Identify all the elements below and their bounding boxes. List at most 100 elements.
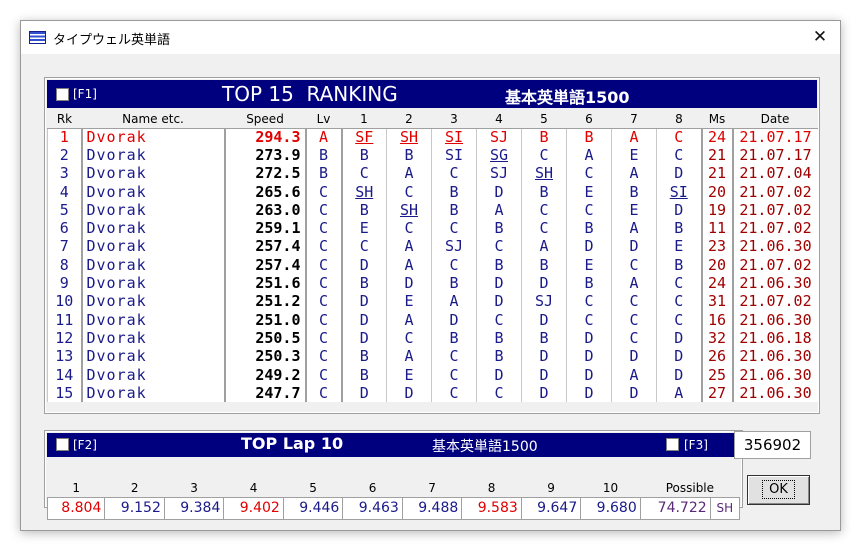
grade-cell: B bbox=[566, 219, 612, 238]
name-cell: Dvorak bbox=[80, 347, 225, 366]
name-cell: Dvorak bbox=[80, 384, 225, 403]
lap-course: 基本英単語1500 bbox=[432, 439, 538, 455]
name-cell: Dvorak bbox=[80, 128, 225, 147]
level-cell: C bbox=[304, 365, 342, 385]
lap-column-header: 4 bbox=[249, 481, 258, 496]
ranking-row: 14 Dvorak 249.2 C B E C D D D A D 25 21.06.30 bbox=[47, 365, 818, 385]
grade-cell: B bbox=[656, 219, 702, 238]
f2-key-label: [F2] bbox=[73, 438, 97, 452]
column-header: Name etc. bbox=[81, 111, 225, 129]
grade-cell: SJ bbox=[521, 292, 567, 311]
grade-cell: E bbox=[566, 256, 612, 275]
lap-column-header: 8 bbox=[487, 481, 496, 496]
grade-cell: B bbox=[340, 274, 387, 293]
grade-cell: D bbox=[611, 347, 657, 366]
column-header: 3 bbox=[431, 111, 477, 129]
grade-cell: E bbox=[611, 146, 657, 165]
date-cell: 21.07.02 bbox=[731, 182, 818, 202]
level-cell: B bbox=[304, 164, 342, 183]
lap-column-header: 1 bbox=[72, 481, 81, 496]
grade-cell: D bbox=[611, 237, 657, 257]
grade-cell: C bbox=[656, 274, 702, 293]
grade-cell: A bbox=[521, 237, 567, 257]
grade-cell: B bbox=[340, 146, 387, 165]
grade-cell: A bbox=[386, 310, 432, 330]
level-cell: C bbox=[304, 329, 342, 348]
grade-cell: B bbox=[431, 329, 477, 348]
grade-cell: B bbox=[431, 182, 477, 202]
date-cell: 21.06.30 bbox=[731, 310, 818, 330]
grade-cell: D bbox=[340, 384, 387, 403]
level-cell: C bbox=[304, 219, 342, 238]
rank-cell: 8 bbox=[47, 256, 82, 275]
lap-checkbox-left[interactable] bbox=[56, 438, 69, 451]
dialog-window: タイプウェル英単語 ✕ [F1] TOP 15 RANKING 基本英単語150… bbox=[20, 20, 841, 531]
grade-cell: A bbox=[611, 219, 657, 238]
grade-cell: D bbox=[566, 237, 612, 257]
column-header: 4 bbox=[476, 111, 522, 129]
column-header: 1 bbox=[341, 111, 387, 129]
grade-cell: D bbox=[566, 384, 612, 403]
ranking-title: TOP 15 RANKING bbox=[222, 82, 398, 106]
grade-cell: SI bbox=[656, 182, 702, 202]
lap-cell: 9.647 bbox=[520, 496, 582, 520]
window-title: タイプウェル英単語 bbox=[53, 33, 171, 48]
grade-cell: C bbox=[521, 219, 567, 238]
ranking-row: 3 Dvorak 272.5 B C A C SJ SH C A D 21 21.07.04 bbox=[47, 164, 818, 183]
column-header: Ms bbox=[701, 111, 733, 129]
grade-cell: A bbox=[611, 128, 657, 147]
speed-cell: 257.4 bbox=[223, 256, 306, 275]
grade-cell: SH bbox=[386, 201, 432, 220]
grade-cell: C bbox=[340, 237, 387, 257]
miss-cell: 23 bbox=[700, 237, 733, 257]
lap-cell: 9.488 bbox=[401, 496, 463, 520]
lap-header-row: 1 2 3 4 5 6 7 8 9 10 Possible bbox=[48, 480, 740, 497]
grade-cell: A bbox=[476, 201, 522, 220]
level-cell: C bbox=[304, 256, 342, 275]
close-button[interactable]: ✕ bbox=[812, 27, 828, 47]
miss-cell: 21 bbox=[700, 164, 733, 183]
grade-cell: C bbox=[476, 310, 522, 330]
grade-cell: B bbox=[521, 329, 567, 348]
ranking-row: 9 Dvorak 251.6 C B D B D D B A C 24 21.06.30 bbox=[47, 274, 818, 293]
speed-cell: 259.1 bbox=[223, 219, 306, 238]
grade-cell: SI bbox=[431, 128, 477, 147]
grade-cell: A bbox=[656, 384, 702, 403]
grade-cell: C bbox=[611, 310, 657, 330]
rank-cell: 11 bbox=[47, 310, 82, 330]
grade-cell: B bbox=[566, 128, 612, 147]
speed-cell: 251.0 bbox=[223, 310, 306, 330]
rank-cell: 2 bbox=[47, 146, 82, 165]
date-cell: 21.07.17 bbox=[731, 128, 818, 147]
grade-cell: D bbox=[566, 329, 612, 348]
grade-cell: D bbox=[656, 164, 702, 183]
speed-cell: 251.2 bbox=[223, 292, 306, 311]
grade-cell: B bbox=[386, 146, 432, 165]
ranking-header-row: Rk Name etc. Speed Lv 1 2 3 4 5 6 7 8 Ms Date bbox=[47, 111, 818, 129]
grade-cell: C bbox=[431, 365, 477, 385]
column-header: 6 bbox=[566, 111, 612, 129]
possible-cell: 74.722 bbox=[639, 496, 711, 520]
name-cell: Dvorak bbox=[80, 292, 225, 311]
grade-cell: C bbox=[476, 384, 522, 403]
grade-cell: A bbox=[611, 365, 657, 385]
grade-cell: C bbox=[566, 201, 612, 220]
grade-cell: C bbox=[476, 237, 522, 257]
grade-cell: C bbox=[340, 164, 387, 183]
column-header: 8 bbox=[656, 111, 702, 129]
ranking-header: [F1] TOP 15 RANKING 基本英単語1500 bbox=[47, 80, 817, 108]
speed-cell: 249.2 bbox=[223, 365, 306, 385]
lap-cell: 8.804 bbox=[46, 496, 106, 520]
grade-cell: D bbox=[656, 329, 702, 348]
miss-cell: 20 bbox=[700, 182, 733, 202]
ranking-checkbox[interactable] bbox=[56, 88, 69, 101]
ok-button[interactable]: OK bbox=[747, 475, 810, 505]
grade-cell: D bbox=[521, 365, 567, 385]
grade-cell: SI bbox=[431, 146, 477, 165]
date-cell: 21.06.18 bbox=[731, 329, 818, 348]
lap-checkbox-right[interactable] bbox=[666, 438, 679, 451]
grade-cell: SJ bbox=[431, 237, 477, 257]
grade-cell: B bbox=[566, 274, 612, 293]
title-bar[interactable]: タイプウェル英単語 ✕ bbox=[21, 21, 840, 54]
lap-cell: 9.402 bbox=[223, 496, 284, 520]
